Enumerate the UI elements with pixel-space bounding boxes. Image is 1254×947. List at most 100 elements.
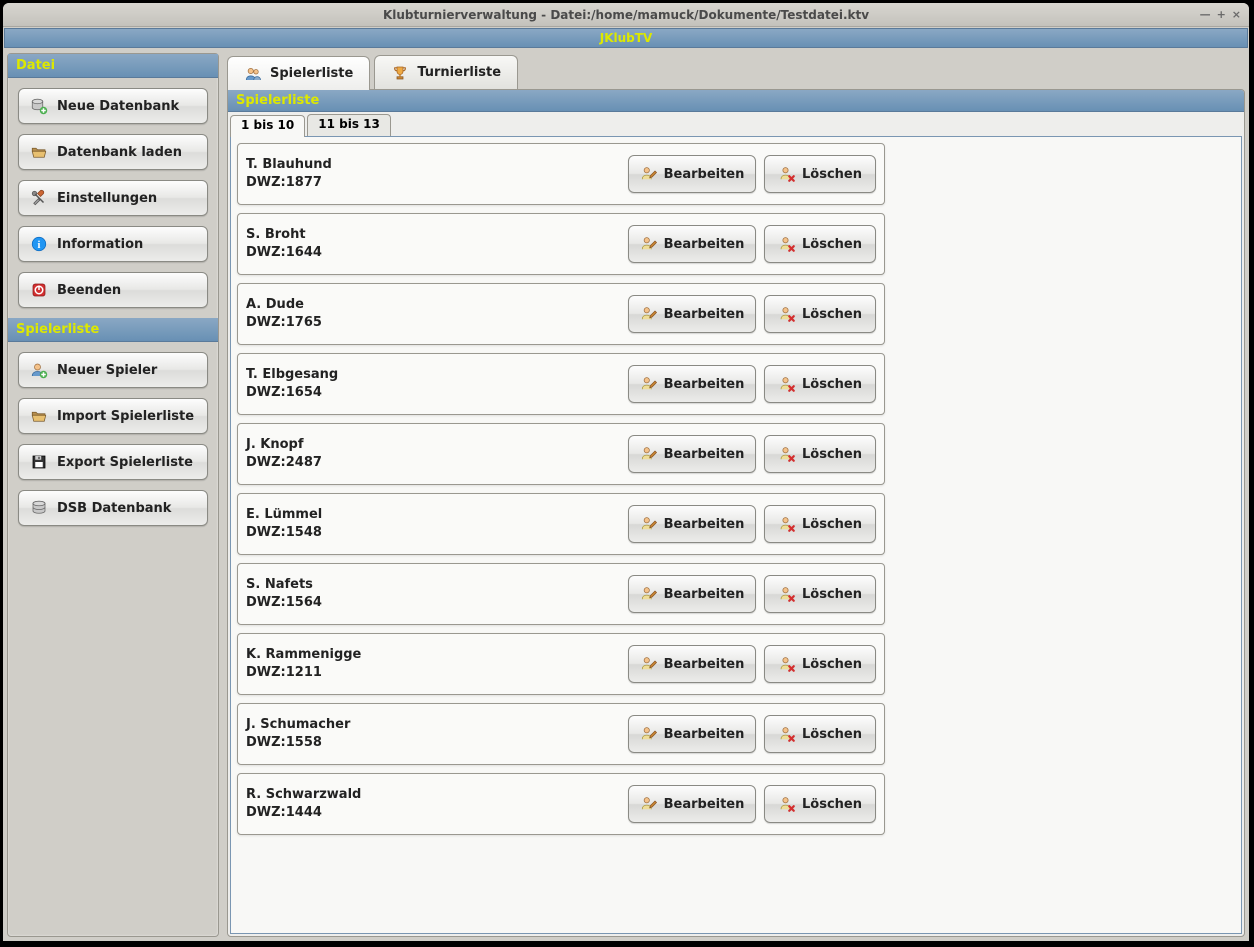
delete-button[interactable]: Löschen	[764, 505, 876, 543]
player-name: J. Schumacher	[246, 716, 628, 734]
edit-user-icon	[640, 445, 658, 463]
trophy-icon	[391, 64, 409, 82]
player-info: K. RammeniggeDWZ:1211	[246, 646, 628, 682]
app-name: JKlubTV	[600, 31, 652, 45]
player-info: J. KnopfDWZ:2487	[246, 436, 628, 472]
player-info: R. SchwarzwaldDWZ:1444	[246, 786, 628, 822]
player-row: S. BrohtDWZ:1644 Bearbeiten Löschen	[237, 213, 885, 275]
sidebar-button-dsb-datenbank[interactable]: DSB Datenbank	[18, 490, 208, 526]
player-row: J. KnopfDWZ:2487Bearbeiten Löschen	[237, 423, 885, 485]
delete-button[interactable]: Löschen	[764, 575, 876, 613]
database-icon	[29, 498, 49, 518]
close-icon[interactable]: ×	[1232, 8, 1241, 21]
delete-user-icon	[778, 235, 796, 253]
player-row: J. SchumacherDWZ:1558Bearbeiten Löschen	[237, 703, 885, 765]
delete-label: Löschen	[802, 237, 862, 252]
edit-user-icon	[640, 515, 658, 533]
delete-button[interactable]: Löschen	[764, 155, 876, 193]
delete-label: Löschen	[802, 657, 862, 672]
tab-content: Spielerliste 1 bis 1011 bis 13 T. Blauhu…	[227, 89, 1245, 937]
sidebar-button-information[interactable]: iInformation	[18, 226, 208, 262]
player-dwz: DWZ:1765	[246, 314, 628, 332]
delete-button[interactable]: Löschen	[764, 295, 876, 333]
player-name: J. Knopf	[246, 436, 628, 454]
main-area: Spielerliste Turnierliste Spielerliste 1 …	[227, 53, 1245, 937]
delete-user-icon	[778, 655, 796, 673]
users-icon	[244, 65, 262, 83]
edit-button[interactable]: Bearbeiten	[628, 505, 756, 543]
delete-button[interactable]: Löschen	[764, 645, 876, 683]
player-info: J. SchumacherDWZ:1558	[246, 716, 628, 752]
player-dwz: DWZ:1877	[246, 174, 628, 192]
delete-user-icon	[778, 165, 796, 183]
sidebar-button-neuer-spieler[interactable]: Neuer Spieler	[18, 352, 208, 388]
player-info: S. NafetsDWZ:1564	[246, 576, 628, 612]
sidebar-button-label: Datenbank laden	[57, 145, 182, 160]
sidebar-section-header: Spielerliste	[8, 318, 218, 342]
sidebar-section-header: Datei	[8, 54, 218, 78]
player-row: A. DudeDWZ:1765 Bearbeiten Löschen	[237, 283, 885, 345]
edit-button[interactable]: Bearbeiten	[628, 365, 756, 403]
edit-label: Bearbeiten	[664, 307, 745, 322]
edit-user-icon	[640, 725, 658, 743]
sidebar: Datei Neue Datenbank Datenbank laden Einste…	[7, 53, 219, 937]
edit-button[interactable]: Bearbeiten	[628, 785, 756, 823]
delete-button[interactable]: Löschen	[764, 435, 876, 473]
edit-button[interactable]: Bearbeiten	[628, 435, 756, 473]
sidebar-button-import-spielerliste[interactable]: Import Spielerliste	[18, 398, 208, 434]
edit-button[interactable]: Bearbeiten	[628, 715, 756, 753]
sidebar-button-einstellungen[interactable]: Einstellungen	[18, 180, 208, 216]
sidebar-button-beenden[interactable]: Beenden	[18, 272, 208, 308]
player-info: S. BrohtDWZ:1644	[246, 226, 628, 262]
player-dwz: DWZ:1548	[246, 524, 628, 542]
player-dwz: DWZ:1444	[246, 804, 628, 822]
player-row: T. ElbgesangDWZ:1654Bearbeiten Löschen	[237, 353, 885, 415]
pager-tab[interactable]: 1 bis 10	[230, 115, 305, 137]
pager-tab[interactable]: 11 bis 13	[307, 114, 391, 136]
edit-label: Bearbeiten	[664, 797, 745, 812]
power-icon	[29, 280, 49, 300]
svg-text:i: i	[38, 240, 41, 251]
tab-bar: Spielerliste Turnierliste	[227, 53, 1245, 89]
edit-label: Bearbeiten	[664, 517, 745, 532]
sidebar-button-export-spielerliste[interactable]: Export Spielerliste	[18, 444, 208, 480]
edit-user-icon	[640, 305, 658, 323]
delete-button[interactable]: Löschen	[764, 785, 876, 823]
folder-open-icon	[29, 406, 49, 426]
player-name: T. Blauhund	[246, 156, 628, 174]
player-info: A. DudeDWZ:1765	[246, 296, 628, 332]
edit-button[interactable]: Bearbeiten	[628, 645, 756, 683]
delete-button[interactable]: Löschen	[764, 365, 876, 403]
delete-label: Löschen	[802, 447, 862, 462]
edit-button[interactable]: Bearbeiten	[628, 575, 756, 613]
edit-label: Bearbeiten	[664, 167, 745, 182]
tab-turnierliste[interactable]: Turnierliste	[374, 55, 518, 89]
sidebar-button-neue-datenbank[interactable]: Neue Datenbank	[18, 88, 208, 124]
player-info: T. ElbgesangDWZ:1654	[246, 366, 628, 402]
sidebar-button-label: Einstellungen	[57, 191, 157, 206]
sidebar-button-datenbank-laden[interactable]: Datenbank laden	[18, 134, 208, 170]
delete-label: Löschen	[802, 727, 862, 742]
delete-label: Löschen	[802, 377, 862, 392]
player-row: R. SchwarzwaldDWZ:1444 Bearbeiten Löschen	[237, 773, 885, 835]
delete-button[interactable]: Löschen	[764, 225, 876, 263]
edit-button[interactable]: Bearbeiten	[628, 295, 756, 333]
user-plus-icon	[29, 360, 49, 380]
player-info: E. LümmelDWZ:1548	[246, 506, 628, 542]
edit-label: Bearbeiten	[664, 237, 745, 252]
player-dwz: DWZ:2487	[246, 454, 628, 472]
edit-button[interactable]: Bearbeiten	[628, 225, 756, 263]
delete-user-icon	[778, 795, 796, 813]
delete-user-icon	[778, 515, 796, 533]
player-list-container: T. BlauhundDWZ:1877BearbeitenLöschenS. B…	[230, 136, 1242, 934]
maximize-icon[interactable]: +	[1217, 8, 1226, 21]
delete-button[interactable]: Löschen	[764, 715, 876, 753]
player-name: A. Dude	[246, 296, 628, 314]
tab-spielerliste[interactable]: Spielerliste	[227, 56, 370, 90]
edit-user-icon	[640, 795, 658, 813]
minimize-icon[interactable]: —	[1200, 8, 1211, 21]
tab-label: Turnierliste	[417, 65, 501, 80]
delete-user-icon	[778, 445, 796, 463]
player-row: T. BlauhundDWZ:1877 Bearbeiten Löschen	[237, 143, 885, 205]
edit-button[interactable]: Bearbeiten	[628, 155, 756, 193]
